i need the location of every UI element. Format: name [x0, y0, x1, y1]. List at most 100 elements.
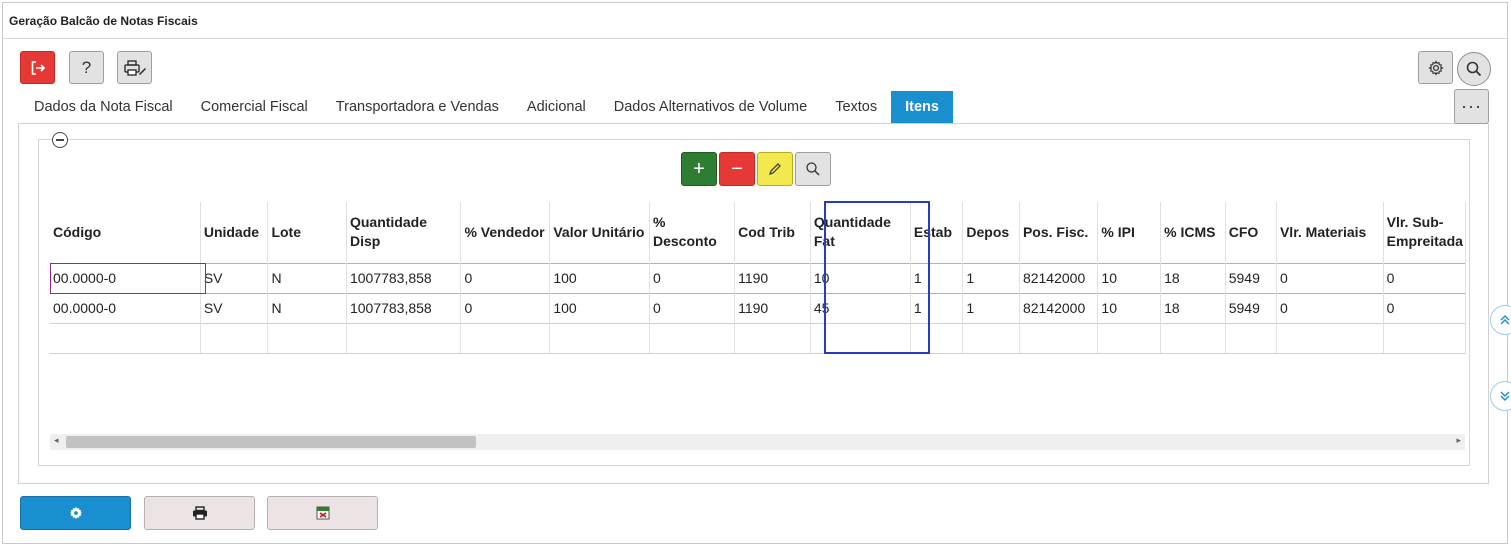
column-header[interactable]: Código	[50, 202, 201, 263]
column-header[interactable]: CFO	[1225, 202, 1277, 263]
table-row[interactable]: 00.0000-0 SV N 1007783,858 0 100 0 1190 …	[50, 292, 1466, 323]
table-cell[interactable]	[1097, 322, 1162, 354]
table-cell[interactable]: 18	[1160, 292, 1226, 323]
table-cell[interactable]: 1007783,858	[346, 262, 462, 293]
table-cell[interactable]	[50, 322, 201, 354]
table-cell[interactable]: 1	[910, 262, 964, 293]
table-cell[interactable]	[549, 322, 650, 354]
table-cell[interactable]	[346, 322, 462, 354]
table-cell[interactable]: 1	[962, 292, 1020, 323]
table-cell[interactable]: 5949	[1225, 292, 1277, 323]
table-cell[interactable]: 0	[460, 262, 551, 293]
collapse-icon[interactable]	[52, 132, 68, 148]
column-header[interactable]: Depos	[962, 202, 1020, 263]
more-icon: ···	[1461, 96, 1482, 116]
export-button[interactable]	[267, 496, 378, 530]
tab-dados-da-nota-fiscal[interactable]: Dados da Nota Fiscal	[20, 91, 187, 123]
table-cell[interactable]: 100	[549, 262, 650, 293]
scrollbar-thumb[interactable]	[66, 436, 476, 448]
table-cell[interactable]	[267, 322, 347, 354]
remove-row-button[interactable]: −	[719, 152, 755, 186]
column-header[interactable]: Quantidade Fat	[810, 202, 911, 263]
table-cell[interactable]	[200, 322, 269, 354]
table-cell[interactable]	[1225, 322, 1277, 354]
exit-button[interactable]	[20, 51, 55, 84]
tab-itens[interactable]: Itens	[891, 91, 953, 123]
table-cell[interactable]	[1019, 322, 1099, 354]
table-cell[interactable]: 0	[1383, 262, 1466, 293]
table-cell[interactable]: 100	[549, 292, 650, 323]
settings-button[interactable]	[1418, 51, 1453, 84]
table-row-empty[interactable]	[50, 322, 1466, 354]
table-cell[interactable]	[649, 322, 736, 354]
horizontal-scrollbar[interactable]: ◂ ▸	[50, 434, 1465, 450]
tab-textos[interactable]: Textos	[821, 91, 891, 123]
table-cell[interactable]	[1383, 322, 1466, 354]
exit-icon	[31, 60, 45, 75]
tab-transportadora-e-vendas[interactable]: Transportadora e Vendas	[322, 91, 513, 123]
column-header[interactable]: % Desconto	[649, 202, 736, 263]
table-cell[interactable]: 1	[962, 262, 1020, 293]
tab-comercial-fiscal[interactable]: Comercial Fiscal	[187, 91, 322, 123]
column-header[interactable]: Pos. Fisc.	[1019, 202, 1099, 263]
table-cell[interactable]: 00.0000-0	[50, 292, 201, 323]
table-cell[interactable]: N	[267, 292, 347, 323]
table-cell[interactable]: N	[267, 262, 347, 293]
table-cell[interactable]: 0	[460, 292, 551, 323]
table-cell[interactable]: 82142000	[1019, 262, 1099, 293]
table-cell[interactable]: 0	[1383, 292, 1466, 323]
table-cell[interactable]: 0	[1276, 292, 1384, 323]
scroll-right-icon[interactable]: ▸	[1456, 435, 1461, 446]
table-row[interactable]: 00.0000-0 SV N 1007783,858 0 100 0 1190 …	[50, 262, 1466, 293]
table-cell[interactable]: 10	[1097, 292, 1162, 323]
process-button[interactable]	[20, 496, 131, 530]
table-cell[interactable]: 1190	[734, 292, 811, 323]
tab-dados-alternativos-de-volume[interactable]: Dados Alternativos de Volume	[600, 91, 821, 123]
column-header[interactable]: % ICMS	[1160, 202, 1226, 263]
table-cell[interactable]: 0	[649, 262, 736, 293]
double-chevron-up-icon	[1500, 315, 1510, 325]
table-cell[interactable]: 45	[810, 292, 911, 323]
table-cell[interactable]: 10	[1097, 262, 1162, 293]
table-cell[interactable]: 10	[810, 262, 911, 293]
column-header[interactable]: Lote	[267, 202, 347, 263]
table-cell[interactable]: 18	[1160, 262, 1226, 293]
search-row-button[interactable]	[795, 152, 831, 186]
printer-icon	[192, 506, 207, 520]
column-header[interactable]: Valor Unitário	[549, 202, 650, 263]
tab-adicional[interactable]: Adicional	[513, 91, 600, 123]
table-cell[interactable]	[910, 322, 964, 354]
print-button[interactable]	[144, 496, 255, 530]
table-cell[interactable]	[460, 322, 551, 354]
column-header[interactable]: Vlr. Materiais	[1276, 202, 1384, 263]
print-edit-button[interactable]	[117, 51, 152, 84]
table-cell[interactable]: 82142000	[1019, 292, 1099, 323]
table-cell[interactable]: 00.0000-0	[50, 262, 201, 293]
column-header[interactable]: Estab	[910, 202, 964, 263]
table-cell[interactable]	[962, 322, 1020, 354]
table-cell[interactable]	[1276, 322, 1384, 354]
table-cell[interactable]: 1	[910, 292, 964, 323]
search-button[interactable]	[1457, 52, 1491, 86]
column-header[interactable]: Vlr. Sub-Empreitada	[1383, 202, 1466, 263]
table-cell[interactable]	[734, 322, 811, 354]
table-cell[interactable]: 0	[1276, 262, 1384, 293]
more-options-button[interactable]: ···	[1454, 89, 1489, 124]
column-header[interactable]: % IPI	[1097, 202, 1162, 263]
table-cell[interactable]: SV	[200, 262, 269, 293]
add-row-button[interactable]: +	[681, 152, 717, 186]
table-cell[interactable]: 1190	[734, 262, 811, 293]
help-button[interactable]: ?	[69, 51, 104, 84]
table-cell[interactable]: 5949	[1225, 262, 1277, 293]
table-cell[interactable]	[810, 322, 911, 354]
table-cell[interactable]	[1160, 322, 1226, 354]
column-header[interactable]: Unidade	[200, 202, 269, 263]
column-header[interactable]: % Vendedor	[460, 202, 551, 263]
column-header[interactable]: Quantidade Disp	[346, 202, 462, 263]
table-cell[interactable]: 1007783,858	[346, 292, 462, 323]
column-header[interactable]: Cod Trib	[734, 202, 811, 263]
table-cell[interactable]: SV	[200, 292, 269, 323]
table-cell[interactable]: 0	[649, 292, 736, 323]
edit-row-button[interactable]	[757, 152, 793, 186]
scroll-left-icon[interactable]: ◂	[54, 435, 59, 446]
